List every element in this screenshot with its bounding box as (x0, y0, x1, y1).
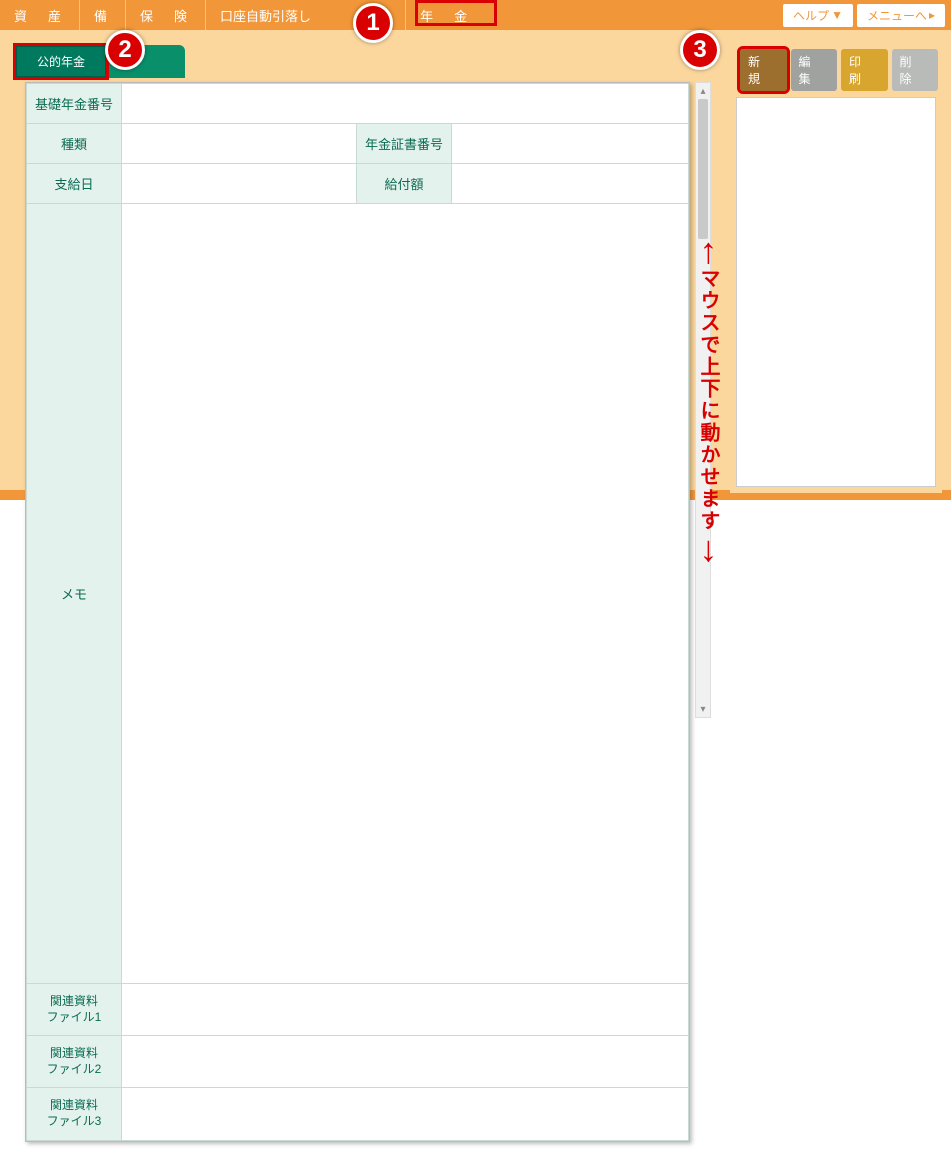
pension-form: 基礎年金番号 種類 年金証書番号 支給日 給付額 メモ 関連資料 ファイル1 関… (25, 82, 690, 1142)
field-amount[interactable] (452, 164, 689, 204)
field-file3[interactable] (122, 1088, 689, 1140)
delete-button[interactable]: 削 除 (892, 49, 939, 91)
callout-3: 3 (680, 30, 720, 70)
print-button[interactable]: 印 刷 (841, 49, 888, 91)
label-file2: 関連資料 ファイル2 (27, 1036, 122, 1088)
menu-button[interactable]: メニューへ ▸ (857, 4, 945, 27)
nav-autodebit[interactable]: 口座自動引落し (205, 0, 325, 30)
label-file3: 関連資料 ファイル3 (27, 1088, 122, 1140)
label-basic-number: 基礎年金番号 (27, 84, 122, 124)
new-button[interactable]: 新 規 (740, 49, 787, 91)
callout-1: 1 (353, 3, 393, 43)
field-cert-number[interactable] (452, 124, 689, 164)
side-panel: 新 規 編 集 印 刷 削 除 (730, 45, 942, 493)
scroll-thumb[interactable] (698, 99, 708, 239)
callout-2: 2 (105, 30, 145, 70)
label-pay-day: 支給日 (27, 164, 122, 204)
scroll-up-button[interactable]: ▴ (696, 83, 710, 99)
field-file2[interactable] (122, 1036, 689, 1088)
arrow-down-icon: ↓ (700, 538, 718, 560)
form-table: 基礎年金番号 種類 年金証書番号 支給日 給付額 メモ 関連資料 ファイル1 関… (26, 83, 689, 1141)
sub-tab-row: 公的年金 (15, 45, 185, 78)
top-right-buttons: ヘルプ ▼ メニューへ ▸ (783, 0, 951, 30)
label-file1: 関連資料 ファイル1 (27, 984, 122, 1036)
chevron-right-icon: ▸ (929, 8, 935, 22)
nav-assets[interactable]: 資 産 (0, 0, 79, 30)
nav-insurance[interactable]: 保 険 (125, 0, 205, 30)
edit-button[interactable]: 編 集 (791, 49, 838, 91)
nav-item-2[interactable]: 備 (79, 0, 125, 30)
label-memo: メモ (27, 204, 122, 984)
record-list[interactable] (736, 97, 936, 487)
help-label: ヘルプ (793, 7, 829, 24)
label-type: 種類 (27, 124, 122, 164)
field-memo[interactable] (122, 204, 689, 984)
scroll-down-button[interactable]: ▾ (696, 701, 710, 717)
action-button-row: 新 規 編 集 印 刷 削 除 (730, 45, 942, 97)
nav-pension[interactable]: 年 金 (405, 0, 485, 30)
label-cert-number: 年金証書番号 (357, 124, 452, 164)
field-basic-number[interactable] (122, 84, 689, 124)
label-amount: 給付額 (357, 164, 452, 204)
field-pay-day[interactable] (122, 164, 357, 204)
field-type[interactable] (122, 124, 357, 164)
menu-label: メニューへ (867, 7, 927, 24)
annotation-text: マウスで上下に動かせます (694, 268, 723, 532)
scroll-annotation: ↑ マウスで上下に動かせます ↓ (694, 240, 723, 559)
dropdown-icon: ▼ (831, 8, 843, 22)
field-file1[interactable] (122, 984, 689, 1036)
top-nav: 資 産 備 保 険 口座自動引落し 年 金 ヘルプ ▼ メニューへ ▸ (0, 0, 951, 30)
sub-tab-public-pension[interactable]: 公的年金 (15, 45, 107, 78)
help-button[interactable]: ヘルプ ▼ (783, 4, 853, 27)
arrow-up-icon: ↑ (700, 240, 718, 262)
